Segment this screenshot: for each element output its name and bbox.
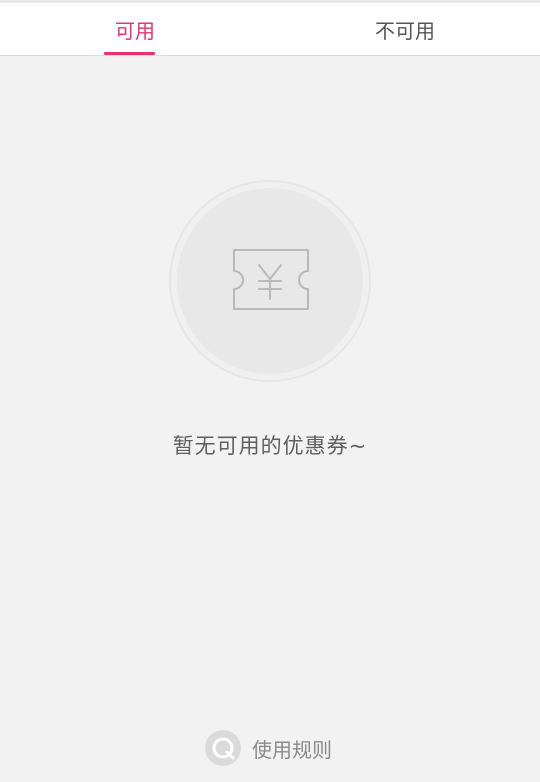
question-bubble-icon — [205, 730, 241, 766]
tab-available[interactable]: 可用 — [0, 3, 270, 55]
coupon-ticket-icon — [169, 180, 371, 382]
empty-state-message: 暂无可用的优惠券~ — [172, 434, 368, 458]
empty-coupon-illustration — [168, 179, 372, 383]
tab-unavailable[interactable]: 不可用 — [270, 3, 540, 55]
usage-rules-label: 使用规则 — [252, 737, 332, 762]
tab-unavailable-label: 不可用 — [375, 18, 435, 43]
usage-rules-link[interactable]: 使用规则 — [204, 728, 332, 768]
active-tab-indicator — [104, 52, 155, 55]
tab-bar: 可用 不可用 — [0, 3, 540, 56]
tab-available-label: 可用 — [115, 18, 155, 43]
